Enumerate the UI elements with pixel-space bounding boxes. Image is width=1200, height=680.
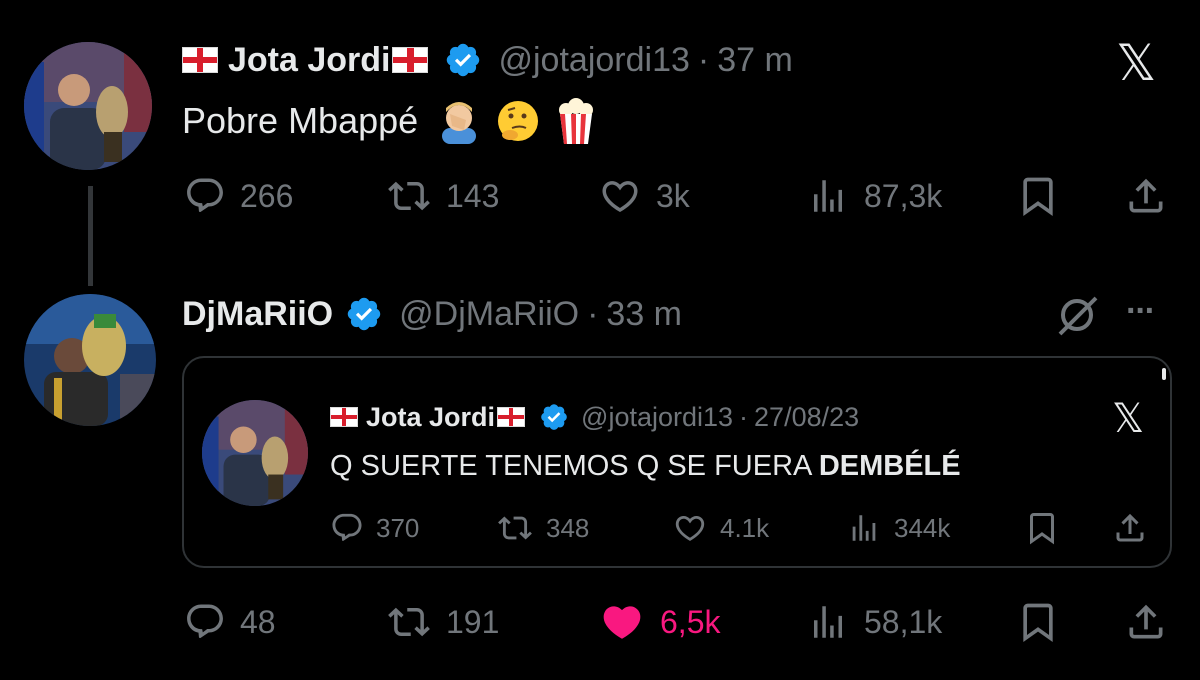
tweet-1-text: Pobre Mbappé bbox=[182, 98, 598, 144]
scroll-indicator bbox=[1162, 368, 1166, 380]
views-count: 58,1k bbox=[864, 603, 943, 640]
x-logo-icon: 𝕏 bbox=[1116, 34, 1157, 92]
handle[interactable]: @jotajordi13 bbox=[498, 41, 689, 80]
verified-badge-icon bbox=[541, 404, 567, 430]
quoted-reply-count: 370 bbox=[376, 512, 420, 543]
display-name[interactable]: Jota Jordi bbox=[228, 41, 390, 80]
timestamp[interactable]: 37 m bbox=[717, 41, 793, 80]
views-icon bbox=[814, 606, 842, 638]
quoted-bookmark-button[interactable] bbox=[1024, 510, 1060, 546]
quoted-reply-button[interactable]: 370 bbox=[330, 510, 419, 546]
views-icon bbox=[814, 180, 842, 212]
quoted-repost-count: 348 bbox=[546, 512, 590, 543]
tweet-text: Pobre Mbappé bbox=[182, 100, 419, 141]
reply-count: 48 bbox=[240, 603, 276, 640]
repost-count: 191 bbox=[446, 603, 500, 640]
heart-icon bbox=[675, 515, 705, 541]
heart-icon bbox=[602, 181, 638, 213]
england-flag-icon bbox=[330, 407, 358, 427]
quoted-x-logo-icon: 𝕏 bbox=[1112, 396, 1145, 442]
like-button-active[interactable]: 6,5k bbox=[598, 600, 720, 644]
repost-icon bbox=[498, 516, 532, 540]
more-options-icon[interactable]: ··· bbox=[1126, 292, 1156, 331]
england-flag-icon bbox=[182, 47, 218, 73]
repost-button[interactable]: 143 bbox=[386, 174, 499, 218]
bookmark-icon bbox=[1030, 513, 1054, 545]
share-button[interactable] bbox=[1124, 174, 1168, 218]
views-button[interactable]: 58,1k bbox=[806, 600, 942, 644]
display-name[interactable]: DjMaRiiO bbox=[182, 295, 333, 334]
bookmark-button[interactable] bbox=[1016, 174, 1060, 218]
quoted-tweet-header: Jota Jordi @jotajordi13 · 27/08/23 bbox=[330, 400, 859, 434]
like-button[interactable]: 3k bbox=[598, 174, 690, 218]
verified-badge-icon bbox=[447, 43, 480, 77]
share-icon bbox=[1129, 178, 1163, 213]
quoted-like-button[interactable]: 4.1k bbox=[672, 510, 769, 546]
grok-icon[interactable] bbox=[1052, 290, 1102, 340]
repost-count: 143 bbox=[446, 177, 500, 214]
views-count: 87,3k bbox=[864, 177, 943, 214]
tweet-1-header: Jota Jordi @jotajordi13 · 37 m bbox=[182, 38, 793, 82]
quoted-tweet-text: Q SUERTE TENEMOS Q SE FUERA DEMBÉLÉ bbox=[330, 450, 961, 483]
handle[interactable]: @DjMaRiiO bbox=[399, 295, 579, 334]
england-flag-icon bbox=[497, 407, 526, 427]
bookmark-button[interactable] bbox=[1016, 600, 1060, 644]
quoted-handle[interactable]: @jotajordi13 bbox=[581, 402, 733, 433]
quoted-repost-button[interactable]: 348 bbox=[496, 510, 589, 546]
facepalm-emoji bbox=[442, 102, 477, 144]
like-count: 6,5k bbox=[660, 603, 721, 640]
separator: · bbox=[697, 40, 710, 79]
bookmark-icon bbox=[1023, 603, 1053, 643]
reply-icon bbox=[187, 604, 223, 639]
reply-icon bbox=[187, 178, 223, 213]
heart-filled-icon bbox=[603, 606, 641, 639]
avatar-jota-jordi[interactable] bbox=[24, 42, 152, 170]
quoted-like-count: 4.1k bbox=[720, 512, 770, 543]
quoted-share-button[interactable] bbox=[1112, 510, 1148, 546]
verified-badge-icon bbox=[347, 297, 381, 331]
views-icon bbox=[852, 515, 876, 541]
repost-icon bbox=[388, 181, 430, 211]
thinking-emoji bbox=[498, 101, 539, 141]
thread-line bbox=[88, 186, 93, 286]
repost-button[interactable]: 191 bbox=[386, 600, 499, 644]
quoted-display-name[interactable]: Jota Jordi bbox=[366, 402, 495, 433]
quoted-views-button[interactable]: 344k bbox=[846, 510, 950, 546]
share-button[interactable] bbox=[1124, 600, 1168, 644]
reply-button[interactable]: 266 bbox=[184, 174, 293, 218]
england-flag-icon bbox=[392, 47, 429, 73]
quoted-views-count: 344k bbox=[894, 512, 951, 543]
reply-icon bbox=[332, 513, 362, 541]
quoted-text-bold: DEMBÉLÉ bbox=[818, 450, 961, 482]
quoted-avatar-jota-jordi[interactable] bbox=[202, 400, 308, 506]
quoted-text-prefix: Q SUERTE TENEMOS Q SE FUERA bbox=[330, 450, 819, 482]
popcorn-emoji bbox=[559, 98, 594, 144]
repost-icon bbox=[388, 607, 430, 637]
views-button[interactable]: 87,3k bbox=[806, 174, 942, 218]
separator: · bbox=[739, 401, 749, 432]
avatar-djmariio[interactable] bbox=[24, 294, 156, 426]
share-icon bbox=[1116, 513, 1144, 542]
reply-count: 266 bbox=[240, 177, 294, 214]
bookmark-icon bbox=[1023, 177, 1053, 217]
timestamp[interactable]: 33 m bbox=[606, 295, 682, 334]
like-count: 3k bbox=[656, 177, 690, 214]
reply-button[interactable]: 48 bbox=[184, 600, 276, 644]
separator: · bbox=[587, 294, 599, 333]
share-icon bbox=[1129, 604, 1163, 639]
tweet-2-header: DjMaRiiO @DjMaRiiO · 33 m bbox=[182, 292, 682, 336]
timeline: Jota Jordi @jotajordi13 · 37 m 𝕏 Pobre M… bbox=[0, 0, 1200, 680]
quoted-date[interactable]: 27/08/23 bbox=[754, 402, 859, 433]
